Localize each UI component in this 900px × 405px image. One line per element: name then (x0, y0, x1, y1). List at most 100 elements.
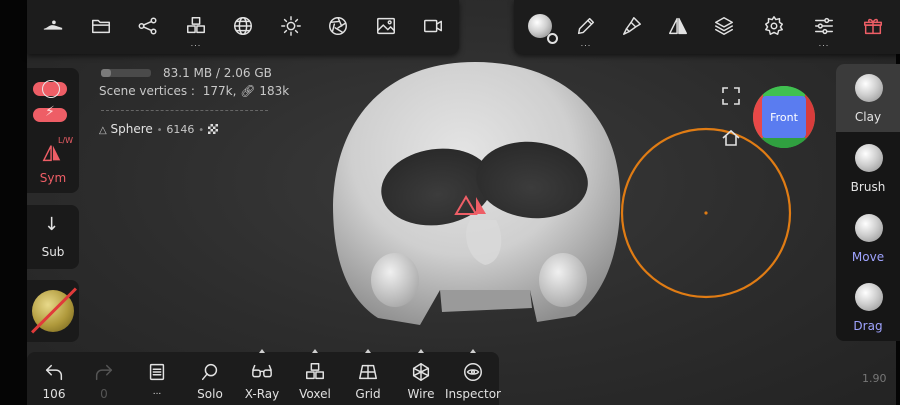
viewport[interactable] (0, 0, 900, 405)
gift-icon (864, 18, 882, 35)
tool-label: Brush (850, 180, 886, 194)
redo-count: 0 (100, 387, 108, 401)
memory-bar (101, 69, 151, 77)
image-icon (377, 17, 395, 35)
fullscreen-button[interactable] (722, 87, 740, 105)
gear-icon (547, 33, 558, 44)
stroke-button[interactable] (610, 0, 654, 52)
view-cube-front[interactable]: Front (762, 96, 806, 138)
paint-button[interactable]: ... (564, 0, 608, 52)
home-icon (722, 129, 740, 146)
scene-graph-button[interactable] (126, 0, 170, 52)
settings-icon (765, 16, 783, 35)
layers-icon (715, 17, 733, 35)
sym-label: Sym (39, 171, 67, 185)
scene-button[interactable] (31, 0, 75, 52)
sun-icon (281, 16, 301, 36)
info-divider (101, 110, 268, 111)
sym-button[interactable]: L/W Sym (27, 134, 79, 190)
undo-icon (45, 364, 63, 381)
xray-button[interactable]: X-Ray (235, 349, 289, 405)
matcap-button[interactable] (27, 280, 79, 342)
pencil-icon (577, 17, 595, 35)
aperture-icon (329, 17, 347, 35)
topology-button[interactable] (221, 0, 265, 52)
settings-button[interactable] (752, 0, 796, 52)
more-dots: ... (580, 39, 592, 48)
view-cube[interactable]: Front (753, 86, 815, 148)
camera-button[interactable] (316, 0, 360, 52)
record-button[interactable] (411, 0, 455, 52)
sub-label: Sub (41, 245, 65, 259)
voxel-label: Voxel (299, 387, 331, 401)
files-button[interactable] (79, 0, 123, 52)
voxel-icon (306, 363, 324, 380)
background-button[interactable] (364, 0, 408, 52)
symmetry-panel: ⚡︎ L/W Sym (27, 68, 79, 193)
brush-tool-icon (855, 144, 883, 172)
brush-icon (623, 17, 641, 35)
symmetry-button[interactable] (656, 0, 700, 52)
fullscreen-icon (722, 87, 740, 105)
home-button[interactable] (721, 129, 741, 147)
tool-label: Move (851, 250, 885, 264)
top-left-toolbar: ... (27, 0, 459, 54)
solo-label: Solo (197, 387, 223, 401)
interface-button[interactable]: ... (802, 0, 846, 52)
layers-button[interactable] (702, 0, 746, 52)
tool-brush[interactable]: Brush (836, 134, 900, 202)
link-icon: 🔗︎ (240, 84, 256, 98)
undo-count: 106 (42, 387, 66, 401)
lighting-button[interactable] (269, 0, 313, 52)
wire-label: Wire (407, 387, 435, 401)
inspector-label: Inspector (445, 387, 501, 401)
tool-move[interactable]: Move (836, 204, 900, 272)
lw-label: L/W (58, 136, 74, 145)
wire-button[interactable]: Wire (394, 349, 448, 405)
grid-label: Grid (355, 387, 381, 401)
tool-clay[interactable]: Clay (836, 64, 900, 132)
view-cube-label: Front (770, 110, 798, 124)
move-icon (855, 214, 883, 242)
scene-vertices: Scene vertices : 177k, 🔗︎ 183k (99, 84, 290, 98)
scene-links-value: 183k (259, 84, 290, 98)
memory-fill (101, 69, 111, 77)
subdivide-button[interactable]: ↓ Sub (27, 205, 79, 269)
tools-panel: Clay Brush Move Drag (836, 64, 900, 341)
version-label: 1.90 (862, 372, 887, 385)
voxel-button[interactable]: Voxel (288, 349, 342, 405)
inspector-icon (464, 363, 482, 381)
inspector-button[interactable]: Inspector (445, 349, 501, 405)
video-icon (424, 19, 442, 33)
search-icon (201, 363, 218, 381)
primitives-icon (187, 17, 205, 34)
grid-icon (359, 364, 377, 380)
object-info[interactable]: △ Sphere • 6146 • (99, 122, 218, 136)
more-dots: ... (818, 39, 830, 48)
scene-vertices-value: 177k (202, 84, 233, 98)
sculpt-mesh[interactable] (333, 62, 621, 325)
tool-drag[interactable]: Drag (836, 273, 900, 341)
object-count: 6146 (166, 123, 195, 136)
lightning-icon: ⚡︎ (45, 104, 55, 120)
redo-button[interactable]: 0 (77, 352, 131, 405)
brush-cursor (620, 127, 792, 299)
store-button[interactable] (851, 0, 895, 52)
primitives-button[interactable]: ... (174, 0, 218, 52)
undo-button[interactable]: 106 (27, 352, 81, 405)
material-button[interactable] (518, 0, 562, 52)
book-icon (149, 363, 165, 381)
circle-icon (42, 80, 60, 98)
glasses-icon (252, 364, 272, 378)
wireframe-icon (412, 363, 430, 381)
grid-button[interactable]: Grid (341, 349, 395, 405)
bottom-toolbar: 106 0 ... Solo X-Ray Voxel Grid Wire Ins… (27, 349, 501, 405)
arrow-down-icon: ↓ (44, 214, 60, 235)
more-dots: ... (152, 387, 162, 397)
clay-icon (855, 74, 883, 102)
solo-button[interactable]: Solo (183, 352, 237, 405)
scene-icon (43, 20, 63, 30)
history-button[interactable]: ... (130, 352, 184, 405)
symmetry-icon (42, 145, 61, 162)
more-dots: ... (190, 39, 202, 48)
